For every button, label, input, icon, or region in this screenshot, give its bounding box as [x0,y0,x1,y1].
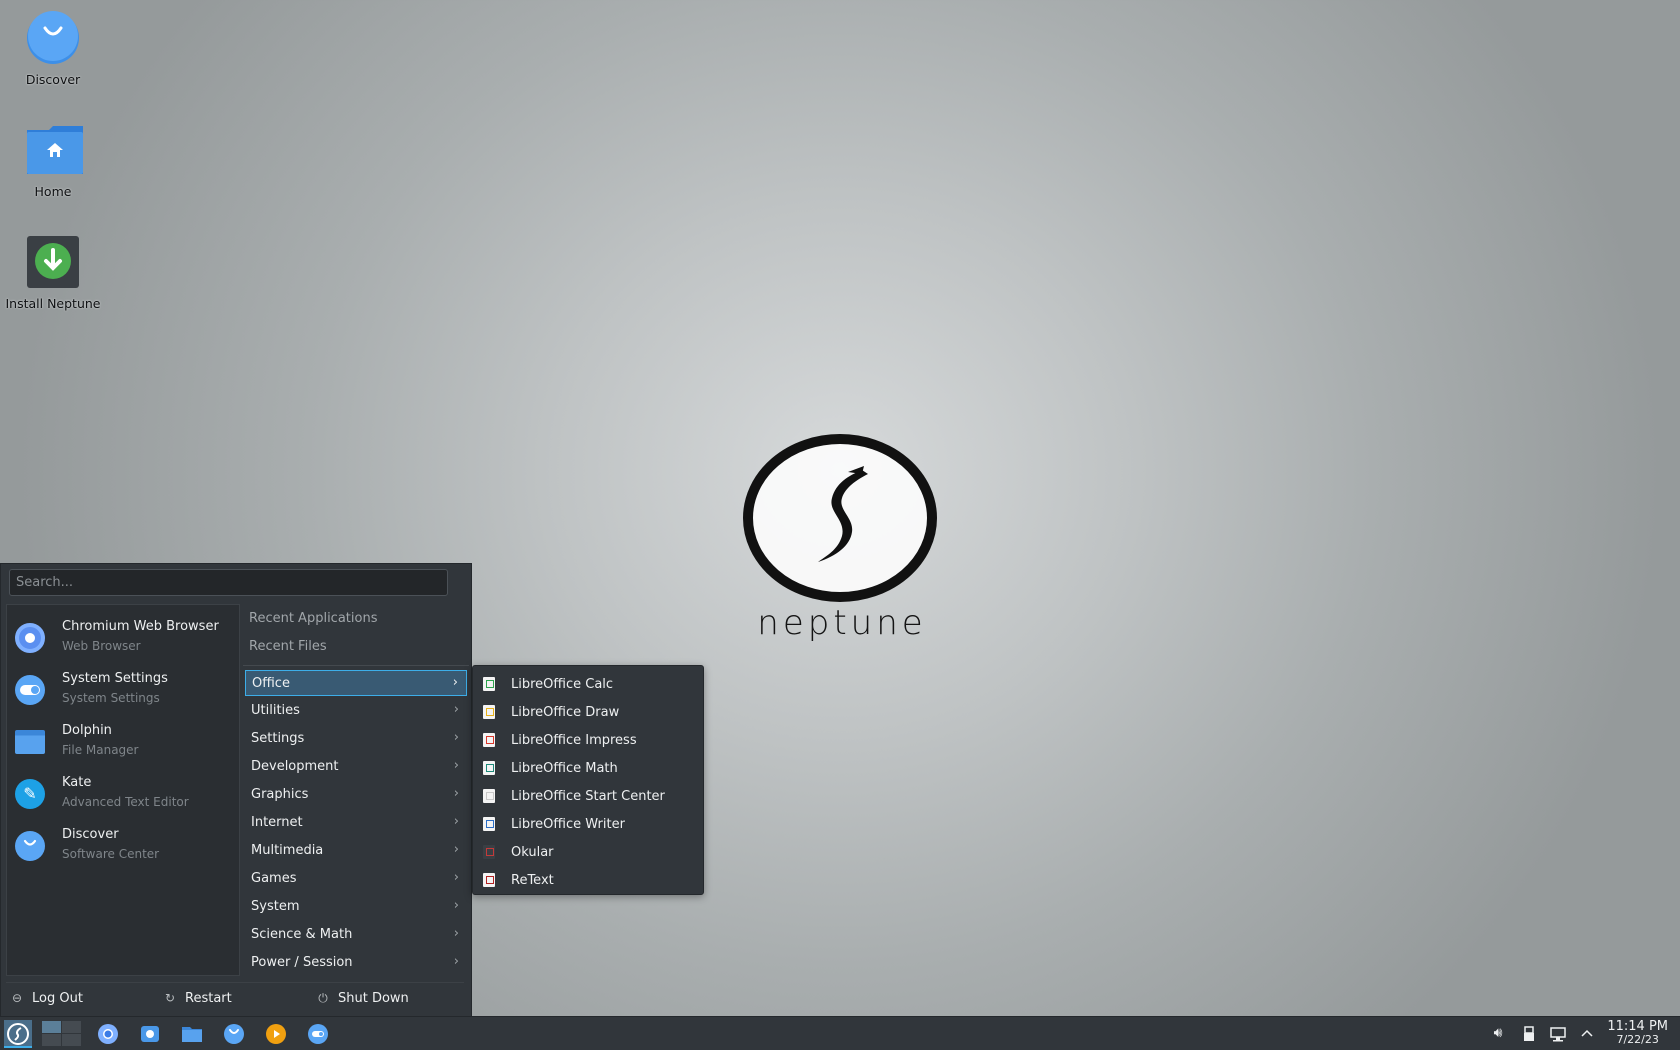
chevron-right-icon: › [453,926,459,941]
chevron-right-icon: › [453,786,459,801]
taskbar-system-settings[interactable] [306,1022,330,1046]
retext-icon [483,873,495,887]
application-launcher-menu: Chromium Web Browser Web Browser System … [0,563,472,1016]
network-icon[interactable] [1549,1025,1567,1043]
desktop-icon-label: Install Neptune [5,296,101,311]
chevron-right-icon: › [453,814,459,829]
submenu-item-libreoffice-math[interactable]: LibreOffice Math [479,756,697,782]
submenu-item-libreoffice-draw[interactable]: LibreOffice Draw [479,700,697,726]
submenu-item-libreoffice-calc[interactable]: LibreOffice Calc [479,672,697,698]
chevron-right-icon: › [453,870,459,885]
favorites-panel: Chromium Web Browser Web Browser System … [6,604,240,976]
folder-icon [182,1027,202,1042]
category-system[interactable]: System › [245,894,467,920]
category-power-session[interactable]: Power / Session › [245,950,467,976]
digital-clock[interactable]: 11:14 PM 7/22/23 [1607,1019,1668,1046]
desktop-icon-label: Home [34,184,72,199]
taskbar-discover[interactable] [222,1022,246,1046]
system-tray-expand-icon[interactable] [1578,1025,1596,1043]
chevron-right-icon: › [453,842,459,857]
shutdown-button[interactable]: ⏻ Shut Down [316,991,409,1011]
neptune-launcher-icon [7,1023,29,1045]
discover-icon [25,10,81,66]
favorite-discover[interactable]: Discover Software Center [11,823,237,871]
submenu-item-libreoffice-impress[interactable]: LibreOffice Impress [479,728,697,754]
category-internet[interactable]: Internet › [245,810,467,836]
submenu-item-libreoffice-start-center[interactable]: LibreOffice Start Center [479,784,697,810]
clock-time: 11:14 PM [1607,1019,1668,1034]
restart-button[interactable]: ↻ Restart [163,991,232,1011]
volume-icon[interactable]: 🔊︎ [1489,1025,1507,1043]
submenu-item-libreoffice-writer[interactable]: LibreOffice Writer [479,812,697,838]
category-games[interactable]: Games › [245,866,467,892]
logout-icon: ⊖ [11,991,23,1005]
clock-date: 7/22/23 [1616,1033,1659,1046]
chevron-right-icon: › [453,898,459,913]
recent-applications-link[interactable]: Recent Applications [249,611,377,626]
session-footer: ⊖ Log Out ↻ Restart ⏻ Shut Down [6,982,464,1016]
favorite-kate[interactable]: ✎ Kate Advanced Text Editor [11,771,237,819]
taskbar: 🔊︎ 11:14 PM 7/22/23 [0,1016,1680,1050]
home-folder-icon [25,122,83,178]
usb-device-icon[interactable] [1520,1025,1538,1043]
settings-icon [308,1024,328,1044]
logout-button[interactable]: ⊖ Log Out [10,991,83,1011]
category-development[interactable]: Development › [245,754,467,780]
okular-icon [483,845,495,859]
taskbar-file-manager-alt[interactable] [138,1022,162,1046]
favorite-system-settings[interactable]: System Settings System Settings [11,667,237,715]
submenu-item-okular[interactable]: Okular [479,840,697,866]
divider [243,665,469,666]
libreoffice-draw-icon [483,705,495,719]
libreoffice-math-icon [483,761,495,775]
taskbar-chromium[interactable] [96,1022,120,1046]
desktop-icon-home[interactable]: Home [0,122,106,199]
application-launcher-button[interactable] [4,1020,32,1048]
category-science-math[interactable]: Science & Math › [245,922,467,948]
folder-icon [15,730,45,754]
discover-icon [224,1024,244,1044]
office-submenu: LibreOffice Calc LibreOffice Draw LibreO… [472,665,704,895]
search-input[interactable] [9,569,448,596]
chromium-icon [98,1024,118,1044]
chevron-right-icon: › [453,758,459,773]
media-player-icon [266,1024,286,1044]
virtual-desktop-pager[interactable] [42,1021,82,1047]
restart-icon: ↻ [164,991,176,1005]
discover-icon [15,831,45,861]
chevron-right-icon: › [453,954,459,969]
desktop-icon-discover[interactable]: Discover [0,10,106,87]
chromium-icon [15,623,45,653]
taskbar-dolphin[interactable] [180,1022,204,1046]
power-icon: ⏻ [318,991,328,1005]
install-icon [25,234,81,290]
category-utilities[interactable]: Utilities › [245,698,467,724]
category-graphics[interactable]: Graphics › [245,782,467,808]
category-multimedia[interactable]: Multimedia › [245,838,467,864]
chevron-right-icon: › [453,730,459,745]
submenu-item-retext[interactable]: ReText [479,868,697,894]
recent-files-link[interactable]: Recent Files [249,639,327,654]
chevron-right-icon: › [453,702,459,717]
libreoffice-writer-icon [483,817,495,831]
chevron-right-icon: › [452,675,458,690]
desktop-icon-install-neptune[interactable]: Install Neptune [0,234,106,311]
settings-icon [15,675,45,705]
favorite-dolphin[interactable]: Dolphin File Manager [11,719,237,767]
taskbar-media-player[interactable] [264,1022,288,1046]
neptune-wordmark: neptune [757,603,927,643]
category-office[interactable]: Office › [245,670,467,696]
kate-icon: ✎ [15,779,45,809]
libreoffice-calc-icon [483,677,495,691]
libreoffice-start-center-icon [483,789,495,803]
desktop-icon-label: Discover [25,72,81,87]
categories-panel: Recent Applications Recent Files Office ›… [243,604,469,976]
category-settings[interactable]: Settings › [245,726,467,752]
libreoffice-impress-icon [483,733,495,747]
favorite-chromium[interactable]: Chromium Web Browser Web Browser [11,615,237,663]
system-tool-icon [141,1026,159,1042]
